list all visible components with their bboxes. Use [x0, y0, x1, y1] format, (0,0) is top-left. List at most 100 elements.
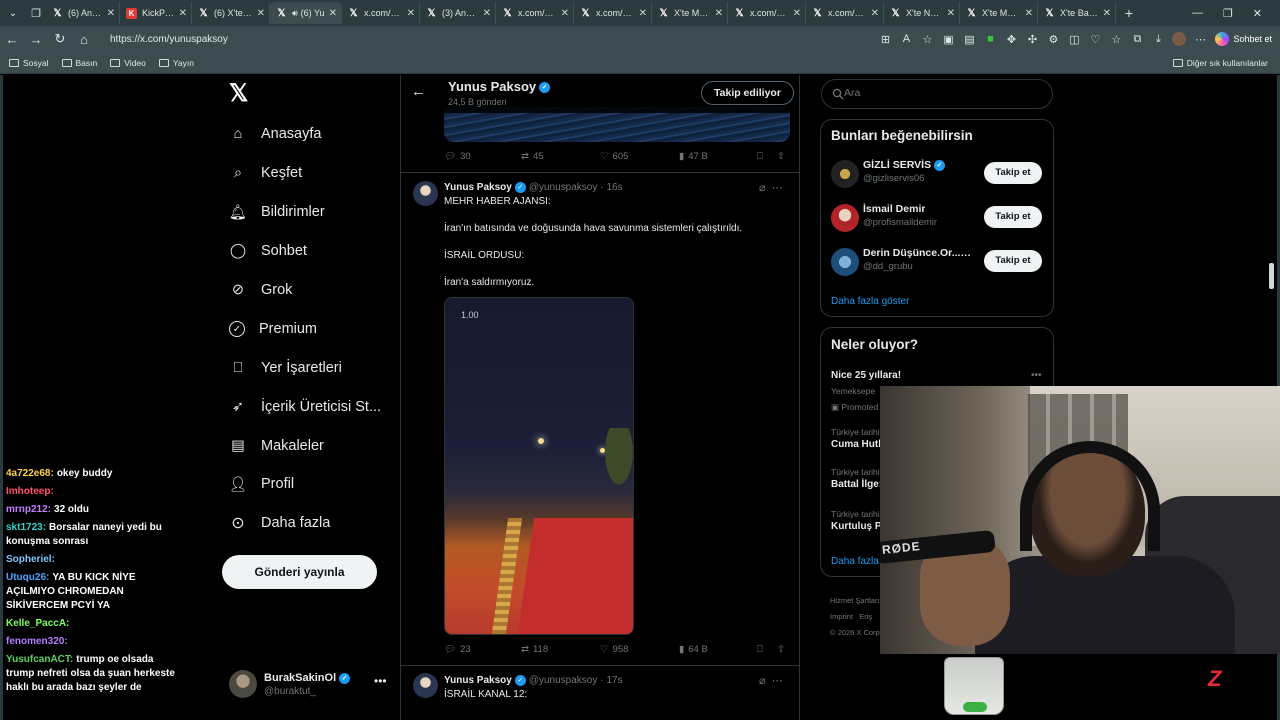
- author-handle[interactable]: @yunuspaksoy: [529, 675, 598, 686]
- views-button[interactable]: ▮ 47 B: [679, 151, 708, 162]
- nav-item-home[interactable]: ⌂ Anasayfa: [229, 122, 322, 146]
- author-handle[interactable]: @yunuspaksoy: [529, 182, 598, 193]
- browser-tab[interactable]: 𝕏x.com/ajan ✕: [342, 2, 420, 24]
- author-name[interactable]: Yunus Paksoy: [444, 182, 512, 193]
- bookmark-folder[interactable]: Sosyal: [9, 58, 49, 68]
- profile-avatar[interactable]: [1172, 32, 1187, 46]
- new-tab-button[interactable]: +: [1116, 5, 1142, 21]
- browser-tab[interactable]: 𝕏 X'te Bahad ✕: [1038, 2, 1116, 24]
- extension-icon-1[interactable]: ▣: [941, 32, 955, 46]
- trend-name[interactable]: Kurtuluş P: [831, 521, 882, 532]
- extension-icon-2[interactable]: ▤: [962, 32, 976, 46]
- browser-tab[interactable]: 𝕏x.com/bay ✕: [574, 2, 652, 24]
- app-available-icon[interactable]: ⊞: [878, 32, 892, 46]
- split-screen-icon[interactable]: ◫: [1067, 32, 1081, 46]
- close-tab-icon[interactable]: ✕: [1025, 8, 1033, 19]
- post-video[interactable]: 1.00: [444, 297, 634, 635]
- speaker-icon[interactable]: 🔊︎: [292, 8, 298, 19]
- share-button[interactable]: ⇧: [777, 151, 785, 162]
- more-options-icon[interactable]: ⋯: [772, 182, 783, 194]
- browser-tab[interactable]: 𝕏x.com/CAN ✕: [496, 2, 574, 24]
- browser-tab[interactable]: 𝕏 X'te Motor ✕: [960, 2, 1038, 24]
- url-field[interactable]: https://x.com/yunuspaksoy: [110, 34, 878, 45]
- nav-item-grok[interactable]: ⊘ Grok: [229, 278, 293, 302]
- close-tab-icon[interactable]: ✕: [107, 8, 115, 19]
- close-tab-icon[interactable]: ✕: [561, 8, 569, 19]
- browser-tab[interactable]: 𝕏 (6) Anasayfa ✕: [46, 2, 120, 24]
- close-window-icon[interactable]: ✕: [1253, 7, 1262, 20]
- bookmark-folder[interactable]: Basın: [61, 58, 97, 68]
- suggested-account[interactable]: GİZLİ SERVİS ✓ @gizliservis06 Takip et: [831, 158, 1045, 190]
- back-button[interactable]: ←: [0, 32, 24, 47]
- post-button[interactable]: Gönderi yayınla: [222, 555, 377, 589]
- close-tab-icon[interactable]: ✕: [1103, 8, 1111, 19]
- browser-tab[interactable]: K KickPeek - ✕: [120, 2, 192, 24]
- post-time[interactable]: · 17s: [600, 675, 622, 686]
- avatar[interactable]: [413, 181, 438, 206]
- nav-item-article[interactable]: ▤ Makaleler: [229, 434, 324, 458]
- repost-button[interactable]: ⇄ 45: [521, 151, 544, 162]
- refresh-button[interactable]: ↻: [48, 31, 72, 47]
- more-options-icon[interactable]: ⋯: [772, 675, 783, 687]
- terms-link[interactable]: Hizmet Şartları: [830, 593, 882, 609]
- browser-tab[interactable]: 𝕏 (6) X'te Evr ✕: [192, 2, 270, 24]
- extension-icon-3[interactable]: ■: [983, 32, 997, 46]
- favorite-star-icon[interactable]: ☆: [920, 32, 934, 46]
- browser-tab[interactable]: 𝕏 (3) Anasayf ✕: [420, 2, 496, 24]
- puzzle-extensions-icon[interactable]: ⚙: [1046, 32, 1060, 46]
- close-tab-icon[interactable]: ✕: [639, 8, 647, 19]
- playback-speed[interactable]: 1.00: [461, 310, 479, 320]
- reply-button[interactable]: 💬︎ 30: [444, 151, 471, 162]
- extension-icon-4[interactable]: ✥: [1004, 32, 1018, 46]
- nav-item-rocket[interactable]: ➶ İçerik Üreticisi St...: [229, 395, 381, 419]
- trend-name[interactable]: Battal İlge:: [831, 479, 882, 490]
- nav-item-bell[interactable]: 🔔︎ Bildirimler: [229, 200, 325, 224]
- imprint-link[interactable]: Imprint: [830, 612, 853, 621]
- follow-button[interactable]: Takip et: [984, 206, 1042, 228]
- close-tab-icon[interactable]: ✕: [407, 8, 415, 19]
- trend-name[interactable]: Nice 25 yıllara!: [831, 370, 901, 381]
- author-name[interactable]: Yunus Paksoy: [444, 675, 512, 686]
- follow-button[interactable]: Takip et: [984, 162, 1042, 184]
- bookmark-folder[interactable]: Yayın: [158, 58, 194, 68]
- workspaces-icon[interactable]: ❐: [26, 7, 46, 20]
- nav-item-premium[interactable]: ✓ Premium: [229, 317, 317, 341]
- other-bookmarks[interactable]: Diğer sık kullanılanlar: [1172, 58, 1268, 68]
- follow-button[interactable]: Takip et: [984, 250, 1042, 272]
- nav-item-more[interactable]: ⊙ Daha fazla: [229, 511, 330, 535]
- extension-icon-5[interactable]: ✣: [1025, 32, 1039, 46]
- close-tab-icon[interactable]: ✕: [329, 8, 337, 19]
- share-button[interactable]: ⇧: [777, 644, 785, 655]
- close-tab-icon[interactable]: ✕: [793, 8, 801, 19]
- more-options-icon[interactable]: •••: [1031, 370, 1042, 381]
- bookmark-button[interactable]: ⎕: [757, 644, 763, 655]
- bookmark-folder[interactable]: Video: [110, 58, 146, 68]
- following-button[interactable]: Takip ediliyor: [701, 81, 794, 105]
- browser-tab[interactable]: 𝕏 X'te No Co ✕: [884, 2, 960, 24]
- reply-button[interactable]: 💬︎ 23: [444, 644, 471, 655]
- browser-tab[interactable]: 𝕏 🔊︎ (6) Yu ✕: [270, 2, 342, 24]
- home-button[interactable]: ⌂: [72, 32, 96, 47]
- grok-icon[interactable]: ⌀: [759, 182, 766, 194]
- back-arrow-icon[interactable]: ←: [411, 83, 426, 100]
- show-more-link[interactable]: Daha fazla göster: [831, 296, 909, 307]
- trend-name[interactable]: Cuma Hutb: [831, 439, 884, 450]
- nav-item-bookmark[interactable]: ⎕ Yer İşaretleri: [229, 356, 342, 380]
- bookmark-button[interactable]: ⎕: [757, 151, 763, 162]
- like-button[interactable]: ♡ 958: [600, 644, 628, 655]
- forward-button[interactable]: →: [24, 32, 48, 47]
- suggested-account[interactable]: Derin Düşünce.Or... ✓ @dd_grubu Takip et: [831, 246, 1045, 278]
- browser-tab[interactable]: 𝕏 X'te Mahir ✕: [652, 2, 728, 24]
- tab-list-menu-icon[interactable]: ⌄: [0, 8, 26, 19]
- search-input[interactable]: [844, 87, 1044, 99]
- close-tab-icon[interactable]: ✕: [179, 8, 187, 19]
- post-time[interactable]: · 16s: [600, 182, 622, 193]
- close-tab-icon[interactable]: ✕: [715, 8, 723, 19]
- close-tab-icon[interactable]: ✕: [871, 8, 879, 19]
- like-button[interactable]: ♡ 605: [600, 151, 628, 162]
- suggested-account[interactable]: İsmail Demir @profismaildemir Takip et: [831, 202, 1045, 234]
- more-options-icon[interactable]: •••: [374, 674, 387, 688]
- close-tab-icon[interactable]: ✕: [257, 8, 265, 19]
- views-button[interactable]: ▮ 64 B: [679, 644, 708, 655]
- downloads-icon[interactable]: ⤓: [1151, 32, 1165, 46]
